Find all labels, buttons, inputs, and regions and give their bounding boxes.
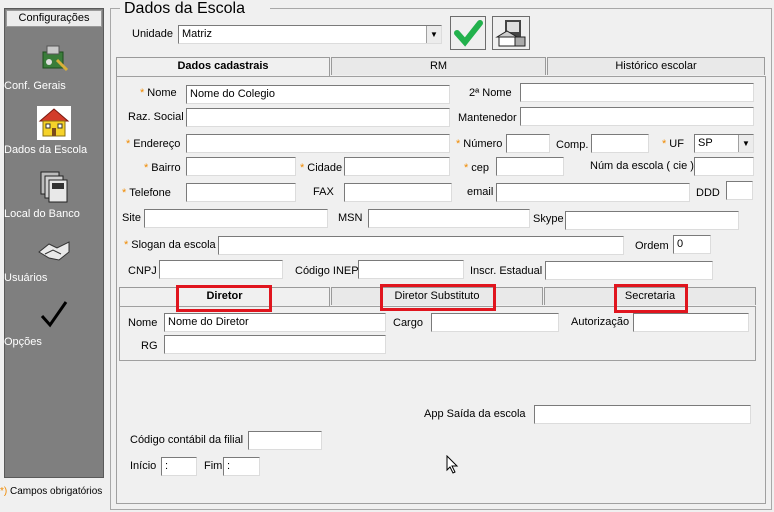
sidebar-item-local-banco[interactable]: Local do Banco	[4, 170, 104, 220]
skype-label: Skype	[533, 213, 564, 225]
print-school-button[interactable]	[492, 16, 530, 50]
diretor-nome-label: Nome	[128, 317, 158, 329]
settings-tools-icon	[37, 42, 71, 76]
uf-select[interactable]: SP ▼	[694, 134, 754, 153]
fax-label: FAX	[313, 186, 334, 198]
school-icon	[37, 106, 71, 140]
sidebar-item-label: Dados da Escola	[4, 144, 88, 156]
unidade-select[interactable]: Matriz ▼	[178, 25, 442, 44]
database-icon	[37, 170, 71, 204]
slogan-label: Slogan da escola	[124, 239, 215, 251]
skype-field[interactable]	[565, 211, 739, 230]
sidebar-item-label: Local do Banco	[4, 208, 80, 220]
required-star-icon: *)	[0, 486, 8, 497]
unidade-label: Unidade	[132, 28, 173, 40]
tab-dados-cadastrais[interactable]: Dados cadastrais	[116, 57, 330, 77]
fim-field[interactable]: :	[223, 457, 260, 476]
green-check-icon	[454, 20, 483, 47]
razao-social-label: Raz. Social	[128, 111, 184, 123]
cidade-label: Cidade	[300, 162, 342, 174]
inep-label: Código INEP	[295, 265, 359, 277]
inicio-field[interactable]: :	[161, 457, 197, 476]
ddd-label: DDD	[696, 187, 720, 199]
chevron-down-icon: ▼	[738, 135, 753, 152]
sidebar-item-label: Conf. Gerais	[4, 80, 66, 92]
num-escola-label: Núm da escola ( cie )	[590, 160, 694, 172]
ordem-field[interactable]: 0	[673, 235, 711, 254]
nome-label: Nome	[140, 87, 176, 99]
cargo-label: Cargo	[393, 317, 423, 329]
site-field[interactable]	[144, 209, 328, 228]
app-saida-label: App Saída da escola	[424, 408, 526, 420]
sidebar: Configurações Conf. Gerais Dados da Esco…	[0, 0, 108, 512]
sidebar-item-label: Usuários	[4, 272, 48, 284]
autorizacao-label: Autorização	[571, 316, 630, 328]
comp-label: Comp.	[556, 139, 589, 151]
users-handshake-icon	[37, 234, 71, 268]
cep-field[interactable]	[496, 157, 564, 176]
rg-field[interactable]	[164, 335, 386, 354]
mantenedor-label: Mantenedor	[458, 112, 517, 124]
chevron-down-icon: ▼	[426, 26, 441, 43]
ordem-label: Ordem	[635, 240, 669, 252]
razao-social-field[interactable]	[186, 108, 450, 127]
numero-field[interactable]	[506, 134, 550, 153]
codigo-contabil-field[interactable]	[248, 431, 322, 450]
msn-label: MSN	[338, 212, 363, 224]
telefone-label: Telefone	[122, 187, 171, 199]
tab-rm[interactable]: RM	[331, 57, 546, 75]
numero-label: Número	[456, 138, 502, 150]
slogan-field[interactable]	[218, 236, 624, 255]
autorizacao-field[interactable]	[633, 313, 749, 332]
bairro-label: Bairro	[144, 162, 180, 174]
sidebar-header: Configurações	[6, 10, 102, 27]
ddd-field[interactable]	[726, 181, 753, 200]
school-document-icon	[495, 20, 526, 47]
email-label: email	[467, 186, 494, 198]
cargo-field[interactable]	[431, 313, 559, 332]
fim-label: Fim	[204, 460, 223, 472]
inicio-label: Início	[130, 460, 157, 472]
sidebar-item-label: Opções	[4, 336, 42, 348]
inep-field[interactable]	[358, 260, 464, 279]
nome2-label: 2ª Nome	[469, 87, 512, 99]
sidebar-item-conf-gerais[interactable]: Conf. Gerais	[4, 42, 104, 92]
diretor-nome-field[interactable]: Nome do Diretor	[164, 313, 386, 332]
rg-label: RG	[141, 340, 158, 352]
required-fields-note: *) Campos obrigatórios	[0, 486, 103, 497]
site-label: Site	[122, 212, 141, 224]
mouse-cursor-icon	[446, 455, 459, 474]
num-escola-field[interactable]	[694, 157, 754, 176]
msn-field[interactable]	[368, 209, 530, 228]
email-field[interactable]	[496, 183, 690, 202]
mantenedor-field[interactable]	[520, 107, 754, 126]
sidebar-item-opcoes[interactable]: Opções	[4, 298, 104, 348]
fax-field[interactable]	[344, 183, 452, 202]
uf-label: UF	[662, 138, 684, 150]
telefone-field[interactable]	[186, 183, 296, 202]
highlight-secretaria	[614, 284, 688, 313]
app-saida-field[interactable]	[534, 405, 751, 424]
confirm-button[interactable]	[450, 16, 486, 50]
sidebar-item-dados-escola[interactable]: Dados da Escola	[4, 106, 104, 156]
inscr-estadual-label: Inscr. Estadual	[470, 265, 543, 277]
inscr-estadual-field[interactable]	[545, 261, 713, 280]
nome2-field[interactable]	[520, 83, 754, 102]
cep-label: cep	[464, 162, 489, 174]
checkmark-icon	[37, 298, 71, 332]
endereco-label: Endereço	[126, 138, 180, 150]
cnpj-field[interactable]	[159, 260, 283, 279]
sidebar-item-usuarios[interactable]: Usuários	[4, 234, 104, 284]
endereco-field[interactable]	[186, 134, 450, 153]
highlight-diretor	[176, 285, 272, 312]
page-title: Dados da Escola	[124, 0, 245, 17]
comp-field[interactable]	[591, 134, 649, 153]
nome-field[interactable]: Nome do Colegio	[186, 85, 450, 104]
bairro-field[interactable]	[186, 157, 296, 176]
tab-historico-escolar[interactable]: Histórico escolar	[547, 57, 765, 75]
cnpj-label: CNPJ	[128, 265, 157, 277]
highlight-diretor-substituto	[380, 284, 496, 311]
cidade-field[interactable]	[344, 157, 450, 176]
codigo-contabil-label: Código contábil da filial	[130, 434, 244, 446]
